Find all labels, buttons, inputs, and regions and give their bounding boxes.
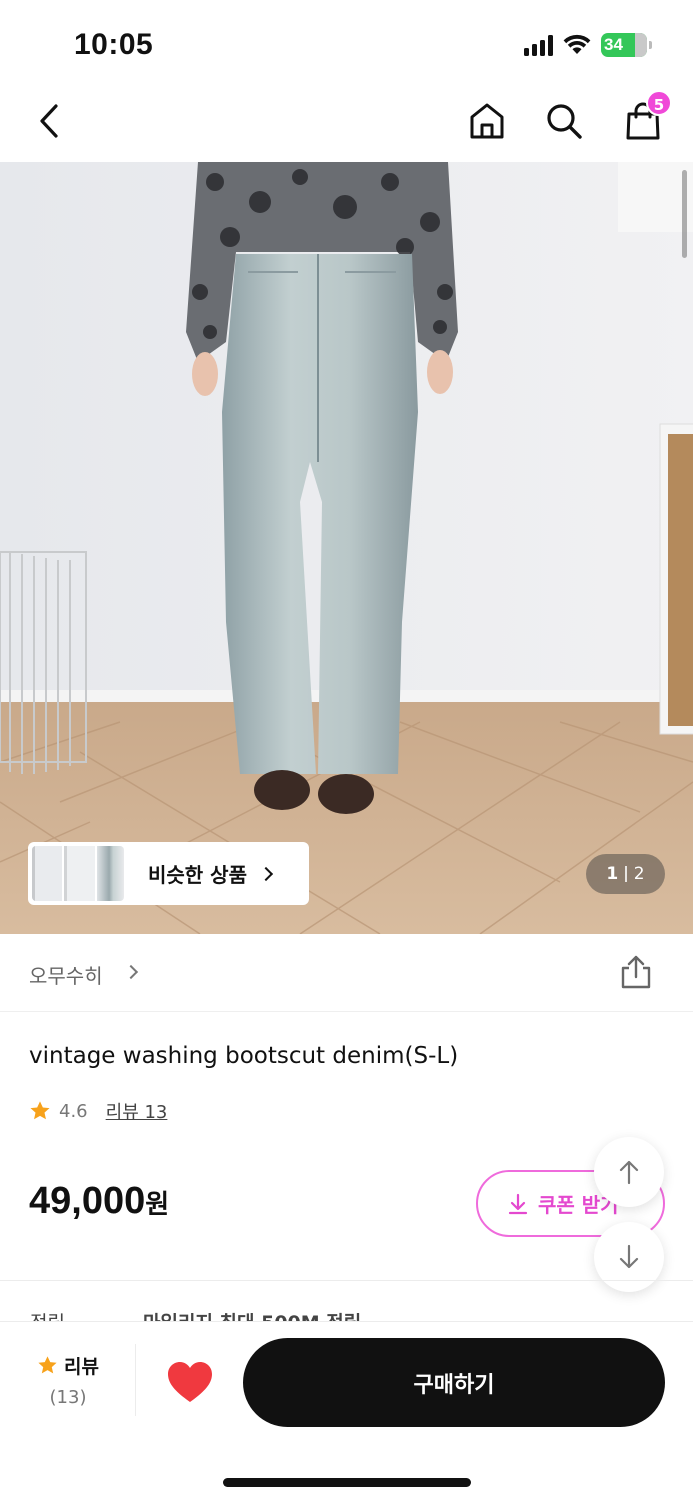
- battery-level: 34: [604, 35, 623, 54]
- rating-value: 4.6: [59, 1100, 88, 1122]
- home-button[interactable]: [462, 96, 512, 146]
- arrow-up-icon: [619, 1160, 639, 1185]
- price-currency: 원: [145, 1190, 170, 1220]
- download-icon: [508, 1193, 528, 1214]
- total-pages: 2: [633, 864, 645, 884]
- scroll-to-bottom-button[interactable]: [594, 1222, 664, 1292]
- review-link[interactable]: 리뷰 13: [106, 1098, 168, 1124]
- section-divider: [0, 1280, 693, 1281]
- product-photo: [0, 162, 693, 934]
- wishlist-button[interactable]: [166, 1360, 214, 1404]
- bottom-review-label: 리뷰: [64, 1356, 99, 1378]
- buy-button[interactable]: 구매하기: [243, 1338, 665, 1427]
- rating-row: 4.6 리뷰 13: [29, 1098, 167, 1124]
- arrow-down-icon: [619, 1244, 639, 1269]
- scroll-to-top-button[interactable]: [594, 1137, 664, 1207]
- cellular-signal-icon: [524, 34, 553, 56]
- mileage-value: 마일리지 최대 500M 적립: [143, 1308, 361, 1322]
- bottom-action-bar: 리뷰 (13) 구매하기: [0, 1321, 693, 1500]
- product-title: vintage washing bootscut denim(S-L): [29, 1043, 459, 1069]
- bottom-review-button[interactable]: 리뷰 (13): [30, 1352, 106, 1408]
- status-time: 10:05: [74, 28, 154, 61]
- chevron-right-icon: [258, 866, 274, 881]
- share-icon: [621, 955, 651, 989]
- cart-count-badge: 5: [646, 90, 672, 116]
- search-button[interactable]: [539, 96, 589, 146]
- wifi-icon: [563, 34, 591, 54]
- brand-link[interactable]: 오무수히: [29, 960, 103, 989]
- similar-products-thumbnails: [32, 846, 124, 901]
- star-icon: [38, 1356, 57, 1374]
- mileage-label: 적립: [30, 1308, 65, 1322]
- bottom-bar-separator: [135, 1344, 136, 1416]
- cart-button[interactable]: 5: [618, 90, 672, 146]
- image-page-counter: 1 2: [586, 854, 665, 894]
- price-value: 49,000: [29, 1180, 146, 1222]
- battery-icon: 34: [601, 33, 652, 57]
- home-icon: [470, 103, 504, 139]
- home-indicator: [223, 1478, 471, 1487]
- similar-products-button[interactable]: 비슷한 상품: [28, 842, 309, 905]
- star-icon: [30, 1101, 50, 1120]
- product-price: 49,000원: [29, 1180, 169, 1223]
- chevron-right-icon: [123, 964, 139, 980]
- status-bar: 10:05 34: [0, 0, 693, 84]
- mileage-row: 적립 마일리지 최대 500M 적립: [0, 1308, 693, 1322]
- gallery-scrollbar: [682, 170, 687, 258]
- back-button[interactable]: [24, 96, 74, 146]
- search-icon: [547, 104, 582, 139]
- status-icons: 34: [524, 33, 652, 57]
- bottom-review-count: (13): [49, 1387, 87, 1408]
- product-image-gallery[interactable]: 비슷한 상품 1 2: [0, 162, 693, 934]
- heart-icon: [168, 1362, 212, 1402]
- current-page: 1: [606, 864, 619, 884]
- brand-row: 오무수히: [0, 934, 693, 1012]
- similar-products-label: 비슷한 상품: [148, 863, 247, 887]
- share-button[interactable]: [619, 954, 653, 990]
- back-icon: [40, 104, 58, 138]
- top-nav: 5: [0, 84, 693, 162]
